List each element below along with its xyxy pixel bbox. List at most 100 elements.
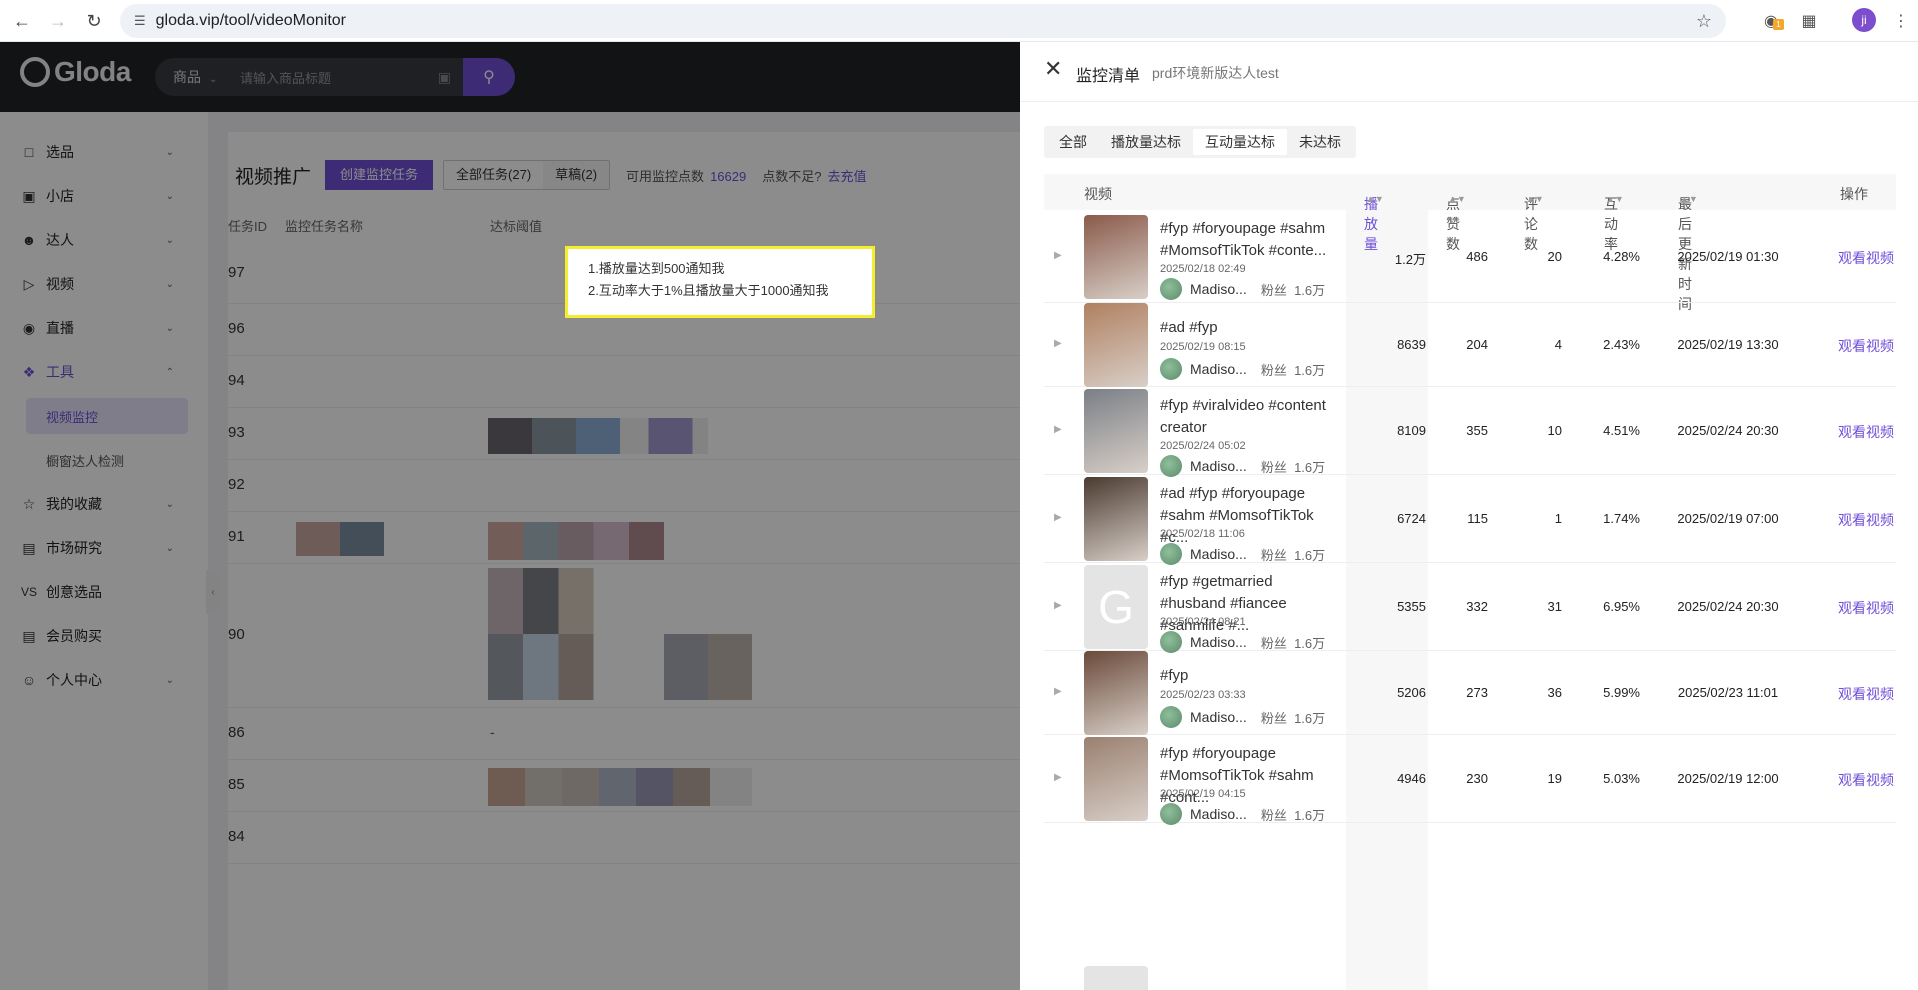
tab-engagement-reached[interactable]: 互动量达标 [1193, 129, 1287, 155]
table-row[interactable]: ▶ #ad #fyp #foryoupage #sahm #MomsofTikTo… [1044, 475, 1896, 565]
author-name[interactable]: Madiso... [1190, 361, 1247, 377]
video-title[interactable]: #fyp [1160, 665, 1335, 687]
video-title[interactable]: #fyp #foryoupage #sahm #MomsofTikTok #co… [1160, 218, 1335, 262]
expand-icon[interactable]: ▶ [1054, 772, 1062, 783]
last-updated: 2025/02/24 20:30 [1677, 423, 1779, 438]
video-thumbnail[interactable] [1084, 303, 1148, 387]
views-count: 5206 [1397, 685, 1426, 700]
expand-icon[interactable]: ▶ [1054, 512, 1062, 523]
watch-video-link[interactable]: 观看视频 [1838, 684, 1894, 704]
menu-kebab-icon[interactable]: ⋮ [1888, 8, 1914, 34]
watch-video-link[interactable]: 观看视频 [1838, 598, 1894, 618]
threshold-conditions-box: 1.播放量达到500通知我 2.互动率大于1%且播放量大于1000通知我 [565, 246, 875, 318]
table-row[interactable]: ▶ #fyp #foryoupage #MomsofTikTok #sahm #c… [1044, 735, 1896, 825]
author-name[interactable]: Madiso... [1190, 546, 1247, 562]
video-thumbnail[interactable] [1084, 389, 1148, 473]
author-name[interactable]: Madiso... [1190, 709, 1247, 725]
table-row[interactable]: ▶ #fyp 2025/02/23 03:33 Madiso... 粉丝 1.6万 520… [1044, 651, 1896, 735]
avatar [1160, 803, 1182, 825]
puzzle-icon[interactable]: ▦ [1796, 8, 1822, 34]
author-name[interactable]: Madiso... [1190, 458, 1247, 474]
expand-icon[interactable]: ▶ [1054, 600, 1062, 611]
engagement-rate: 1.74% [1603, 511, 1640, 526]
forward-icon[interactable]: → [40, 3, 76, 39]
close-icon[interactable]: ✕ [1044, 56, 1062, 82]
engagement-rate: 4.28% [1603, 249, 1640, 264]
fans-count: 粉丝 1.6万 [1261, 360, 1325, 379]
site-info-icon[interactable]: ☰ [134, 13, 146, 29]
thumbnail-letter: G [1098, 581, 1134, 633]
likes-count: 355 [1466, 423, 1488, 438]
back-icon[interactable]: ← [4, 3, 40, 39]
video-thumbnail[interactable] [1084, 737, 1148, 821]
video-title[interactable]: #ad #fyp [1160, 317, 1335, 339]
views-count: 1.2万 [1394, 252, 1426, 267]
watch-video-link[interactable]: 观看视频 [1838, 510, 1894, 530]
expand-icon[interactable]: ▶ [1054, 250, 1062, 261]
video-thumbnail[interactable] [1084, 651, 1148, 735]
fans-count: 粉丝 1.6万 [1261, 805, 1325, 824]
author-name[interactable]: Madiso... [1190, 634, 1247, 650]
likes-count: 115 [1467, 511, 1488, 526]
engagement-rate: 5.03% [1603, 771, 1640, 786]
likes-count: 486 [1466, 249, 1488, 264]
monitor-list-drawer: ✕ 监控清单 prd环境新版达人test 全部 播放量达标 互动量达标 未达标 … [1020, 42, 1918, 990]
modal-backdrop[interactable] [0, 42, 1020, 990]
fans-count: 粉丝 1.6万 [1261, 457, 1325, 476]
views-count: 8109 [1397, 423, 1426, 438]
expand-icon[interactable]: ▶ [1054, 686, 1062, 697]
likes-count: 204 [1466, 337, 1488, 352]
table-row[interactable]: ▶ G #fyp #getmarried #husband #fiancee #sa… [1044, 563, 1896, 653]
url-text[interactable]: gloda.vip/tool/videoMonitor [156, 12, 346, 30]
watch-video-link[interactable]: 观看视频 [1838, 336, 1894, 356]
fans-label: 粉丝 [1260, 807, 1287, 823]
sort-icon: ▲▼ [1680, 194, 1698, 204]
fans-value: 1.6万 [1294, 459, 1326, 475]
filter-tabs: 全部 播放量达标 互动量达标 未达标 [1044, 126, 1356, 158]
comments-count: 19 [1547, 771, 1562, 786]
drawer-header: ✕ 监控清单 prd环境新版达人test [1020, 42, 1918, 102]
video-author: Madiso... 粉丝 1.6万 [1160, 803, 1325, 825]
comments-count: 4 [1554, 337, 1562, 352]
engagement-rate: 2.43% [1603, 337, 1640, 352]
tab-all[interactable]: 全部 [1047, 129, 1099, 155]
fans-count: 粉丝 1.6万 [1261, 708, 1325, 727]
likes-count: 332 [1466, 599, 1488, 614]
video-thumbnail[interactable] [1084, 215, 1148, 299]
sort-icon: ▲▼ [1606, 194, 1624, 204]
video-author: Madiso... 粉丝 1.6万 [1160, 631, 1325, 653]
browser-toolbar: ← → ↻ ☰ gloda.vip/tool/videoMonitor ☆ ◉ … [0, 0, 1918, 42]
condition-line: 2.互动率大于1%且播放量大于1000通知我 [588, 283, 829, 298]
engagement-rate: 4.51% [1603, 423, 1640, 438]
fans-label: 粉丝 [1260, 710, 1287, 726]
tab-not-reached[interactable]: 未达标 [1287, 129, 1353, 155]
video-thumbnail[interactable] [1084, 477, 1148, 561]
watch-video-link[interactable]: 观看视频 [1838, 770, 1894, 790]
video-thumbnail[interactable]: G [1084, 565, 1148, 649]
last-updated: 2025/02/19 01:30 [1677, 249, 1779, 264]
watch-video-link[interactable]: 观看视频 [1838, 422, 1894, 442]
expand-icon[interactable]: ▶ [1054, 424, 1062, 435]
video-date: 2025/02/24 08:21 [1160, 616, 1246, 628]
table-row[interactable]: ▶ #fyp #foryoupage #sahm #MomsofTikTok #c… [1044, 210, 1896, 303]
tab-views-reached[interactable]: 播放量达标 [1099, 129, 1193, 155]
sort-icon: ▲▼ [1366, 194, 1384, 204]
watch-video-link[interactable]: 观看视频 [1838, 248, 1894, 268]
reload-icon[interactable]: ↻ [76, 3, 112, 39]
address-bar[interactable]: ☰ gloda.vip/tool/videoMonitor ☆ [120, 4, 1726, 38]
table-row[interactable]: ▶ #ad #fyp 2025/02/19 08:15 Madiso... 粉丝 1.6… [1044, 303, 1896, 387]
video-date: 2025/02/24 05:02 [1160, 440, 1246, 452]
profile-avatar[interactable]: ji [1852, 8, 1876, 32]
table-row[interactable]: ▶ #fyp #viralvideo #content creator 2025/0… [1044, 387, 1896, 477]
fans-value: 1.6万 [1294, 362, 1326, 378]
fans-count: 粉丝 1.6万 [1261, 280, 1325, 299]
author-name[interactable]: Madiso... [1190, 806, 1247, 822]
video-date: 2025/02/18 11:06 [1160, 528, 1245, 540]
author-name[interactable]: Madiso... [1190, 281, 1247, 297]
fans-label: 粉丝 [1260, 635, 1287, 651]
bookmark-star-icon[interactable]: ☆ [1696, 11, 1712, 32]
expand-icon[interactable]: ▶ [1054, 338, 1062, 349]
comments-count: 20 [1547, 249, 1562, 264]
video-title[interactable]: #fyp #viralvideo #content creator [1160, 395, 1335, 439]
comments-count: 31 [1547, 599, 1562, 614]
